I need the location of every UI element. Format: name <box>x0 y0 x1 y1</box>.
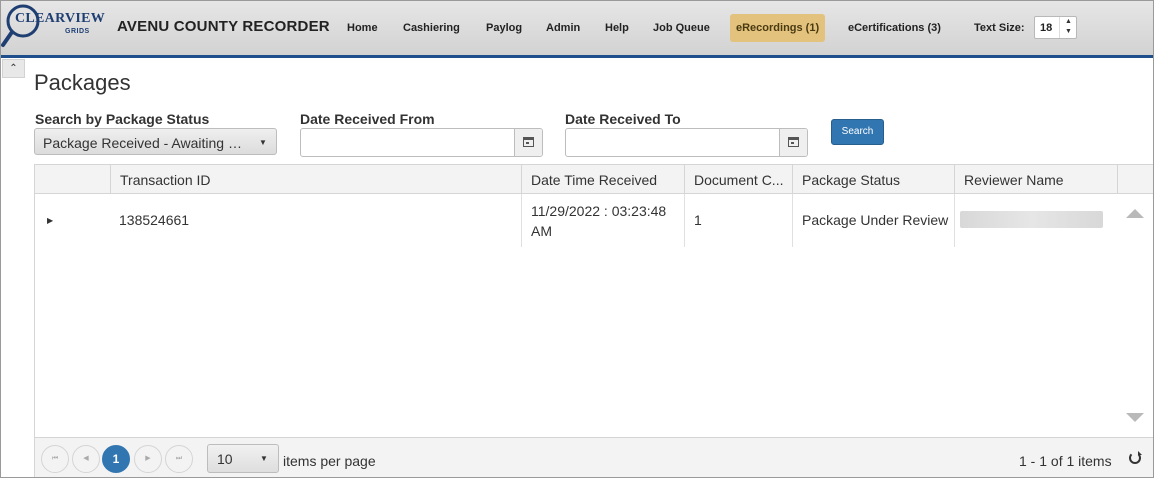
top-nav-bar: CLEARVIEW GRIDS AVENU COUNTY RECORDER Ho… <box>1 1 1153 55</box>
spin-down-icon[interactable]: ▼ <box>1060 27 1077 37</box>
nav-ecertifications[interactable]: eCertifications (3) <box>848 14 941 42</box>
expand-row-icon[interactable]: ▶ <box>47 216 53 225</box>
clearview-logo[interactable]: CLEARVIEW GRIDS <box>1 3 105 53</box>
package-status-dropdown[interactable]: Package Received - Awaiting Review ▼ <box>34 128 277 155</box>
nav-home[interactable]: Home <box>347 14 378 42</box>
nav-erecordings[interactable]: eRecordings (1) <box>730 14 826 42</box>
column-divider <box>684 194 685 247</box>
date-to-field[interactable] <box>565 128 808 157</box>
nav-help[interactable]: Help <box>605 14 629 42</box>
logo-subtitle: GRIDS <box>65 28 90 35</box>
date-from-calendar-button[interactable] <box>514 129 542 156</box>
grid-pager: ⏮ ◀ 1 ▶ ⏭ 10 ▼ items per page 1 - 1 of 1… <box>35 437 1153 477</box>
redacted-reviewer-name <box>960 211 1103 228</box>
dropdown-caret-icon: ▼ <box>260 454 268 463</box>
app-title: AVENU COUNTY RECORDER <box>117 18 330 35</box>
date-to-calendar-button[interactable] <box>779 129 807 156</box>
grid-scrollbar[interactable] <box>1117 194 1153 437</box>
nav-paylog[interactable]: Paylog <box>486 14 522 42</box>
column-header-reviewer-name[interactable]: Reviewer Name <box>954 165 1117 193</box>
text-size-value[interactable]: 18 <box>1040 22 1052 34</box>
column-header-document-count[interactable]: Document C... <box>684 165 792 193</box>
column-divider <box>954 194 955 247</box>
last-page-icon[interactable]: ⏭ <box>165 445 193 473</box>
calendar-icon <box>523 137 534 147</box>
current-page-button[interactable]: 1 <box>102 445 130 473</box>
previous-page-icon[interactable]: ◀ <box>72 445 100 473</box>
transaction-id-cell: 138524661 <box>119 212 190 228</box>
dropdown-caret-icon: ▼ <box>259 138 267 147</box>
app-window: CLEARVIEW GRIDS AVENU COUNTY RECORDER Ho… <box>0 0 1154 478</box>
date-from-field[interactable] <box>300 128 543 157</box>
nav-job-queue[interactable]: Job Queue <box>653 14 710 42</box>
refresh-icon[interactable] <box>1129 451 1142 464</box>
pager-summary: 1 - 1 of 1 items <box>1019 453 1112 469</box>
text-size-label: Text Size: <box>974 22 1025 34</box>
column-divider <box>521 194 522 247</box>
text-size-stepper[interactable]: 18 ▲ ▼ <box>1034 16 1077 39</box>
first-page-icon[interactable]: ⏮ <box>41 445 69 473</box>
scroll-up-arrow-icon[interactable] <box>1126 209 1144 218</box>
package-status-value: Package Received - Awaiting Review <box>43 135 248 151</box>
document-count-cell: 1 <box>694 212 702 228</box>
column-header-scroll-spacer <box>1117 165 1153 193</box>
stepper-buttons: ▲ ▼ <box>1059 17 1076 38</box>
calendar-icon <box>788 137 799 147</box>
date-received-cell-suffix: AM <box>531 223 552 239</box>
column-header-transaction-id[interactable]: Transaction ID <box>110 165 522 193</box>
next-page-icon[interactable]: ▶ <box>134 445 162 473</box>
date-to-label: Date Received To <box>565 111 681 127</box>
page-size-value: 10 <box>217 451 233 467</box>
items-per-page-label: items per page <box>283 453 376 469</box>
grid-header: Transaction ID Date Time Received Docume… <box>35 165 1153 194</box>
scroll-down-arrow-icon[interactable] <box>1126 413 1144 422</box>
collapse-chevron-up-icon[interactable]: ⌃ <box>2 59 25 78</box>
spin-up-icon[interactable]: ▲ <box>1060 17 1077 27</box>
column-header-package-status[interactable]: Package Status <box>792 165 954 193</box>
date-received-cell: 11/29/2022 : 03:23:48 <box>531 203 667 219</box>
page-title: Packages <box>34 70 131 95</box>
nav-admin[interactable]: Admin <box>546 14 580 42</box>
column-divider <box>792 194 793 247</box>
packages-grid: Transaction ID Date Time Received Docume… <box>34 164 1153 477</box>
date-from-label: Date Received From <box>300 111 435 127</box>
column-header-date-time-received[interactable]: Date Time Received <box>521 165 684 193</box>
logo-wordmark: CLEARVIEW <box>15 11 106 26</box>
package-status-cell: Package Under Review <box>802 212 949 228</box>
nav-cashiering[interactable]: Cashiering <box>403 14 460 42</box>
page-size-dropdown[interactable]: 10 ▼ <box>207 444 279 473</box>
status-filter-label: Search by Package Status <box>35 111 210 127</box>
header-divider <box>1 55 1153 58</box>
search-button[interactable]: Search <box>831 119 884 145</box>
